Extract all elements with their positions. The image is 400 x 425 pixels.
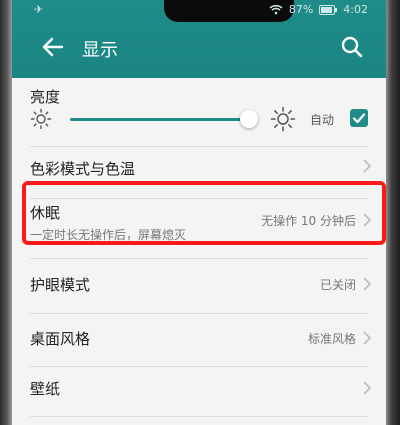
home-screen-style-row[interactable]: 桌面风格 标准风格 [12, 314, 386, 364]
divider [30, 366, 368, 367]
phone-screen: ✈ 87% 4:02 显示 亮度 自动 色彩模式与色温 休眠 一定时长无操作后，… [0, 0, 400, 425]
brightness-slider-row: 自动 [12, 106, 386, 138]
status-bar-left: ✈ [34, 3, 43, 16]
search-icon[interactable] [340, 35, 364, 59]
chevron-right-icon [363, 381, 372, 395]
highlight-box [22, 181, 386, 245]
settings-list: 亮度 自动 色彩模式与色温 休眠 一定时长无操作后，屏幕熄灭 无操作 10 分钟… [12, 78, 386, 425]
sun-large-icon [270, 106, 296, 132]
row-value: 已关闭 [319, 278, 356, 292]
divider [30, 258, 368, 259]
battery-percent: 87% [288, 3, 314, 16]
chevron-right-icon [363, 277, 372, 291]
brightness-label: 亮度 [30, 88, 61, 106]
auto-brightness-label: 自动 [310, 113, 335, 127]
battery-icon [319, 4, 338, 15]
phone-bezel-left [0, 0, 12, 425]
row-value: 标准风格 [307, 332, 356, 346]
app-bar: ✈ 87% 4:02 显示 [12, 0, 386, 78]
page-title: 显示 [82, 40, 118, 61]
divider [30, 146, 368, 147]
wallpaper-row[interactable]: 壁纸 [12, 368, 386, 418]
checkmark-icon [352, 113, 366, 124]
row-title: 护眼模式 [30, 276, 91, 294]
wifi-icon [269, 5, 283, 15]
auto-brightness-checkbox[interactable] [350, 109, 368, 127]
airplane-icon: ✈ [34, 3, 44, 16]
chevron-right-icon [363, 159, 372, 173]
row-title: 色彩模式与色温 [30, 160, 136, 178]
chevron-right-icon [363, 331, 372, 345]
row-title: 壁纸 [30, 380, 61, 398]
sun-small-icon [30, 108, 52, 130]
status-time: 4:02 [343, 3, 368, 16]
row-title: 桌面风格 [30, 330, 91, 348]
status-bar-right: 87% 4:02 [269, 3, 368, 16]
back-arrow-icon[interactable] [40, 34, 66, 60]
brightness-slider-track[interactable] [70, 118, 252, 121]
eye-comfort-row[interactable]: 护眼模式 已关闭 [12, 260, 386, 310]
phone-bezel-right [386, 0, 400, 425]
brightness-slider-thumb[interactable] [240, 110, 258, 128]
divider [30, 416, 368, 417]
